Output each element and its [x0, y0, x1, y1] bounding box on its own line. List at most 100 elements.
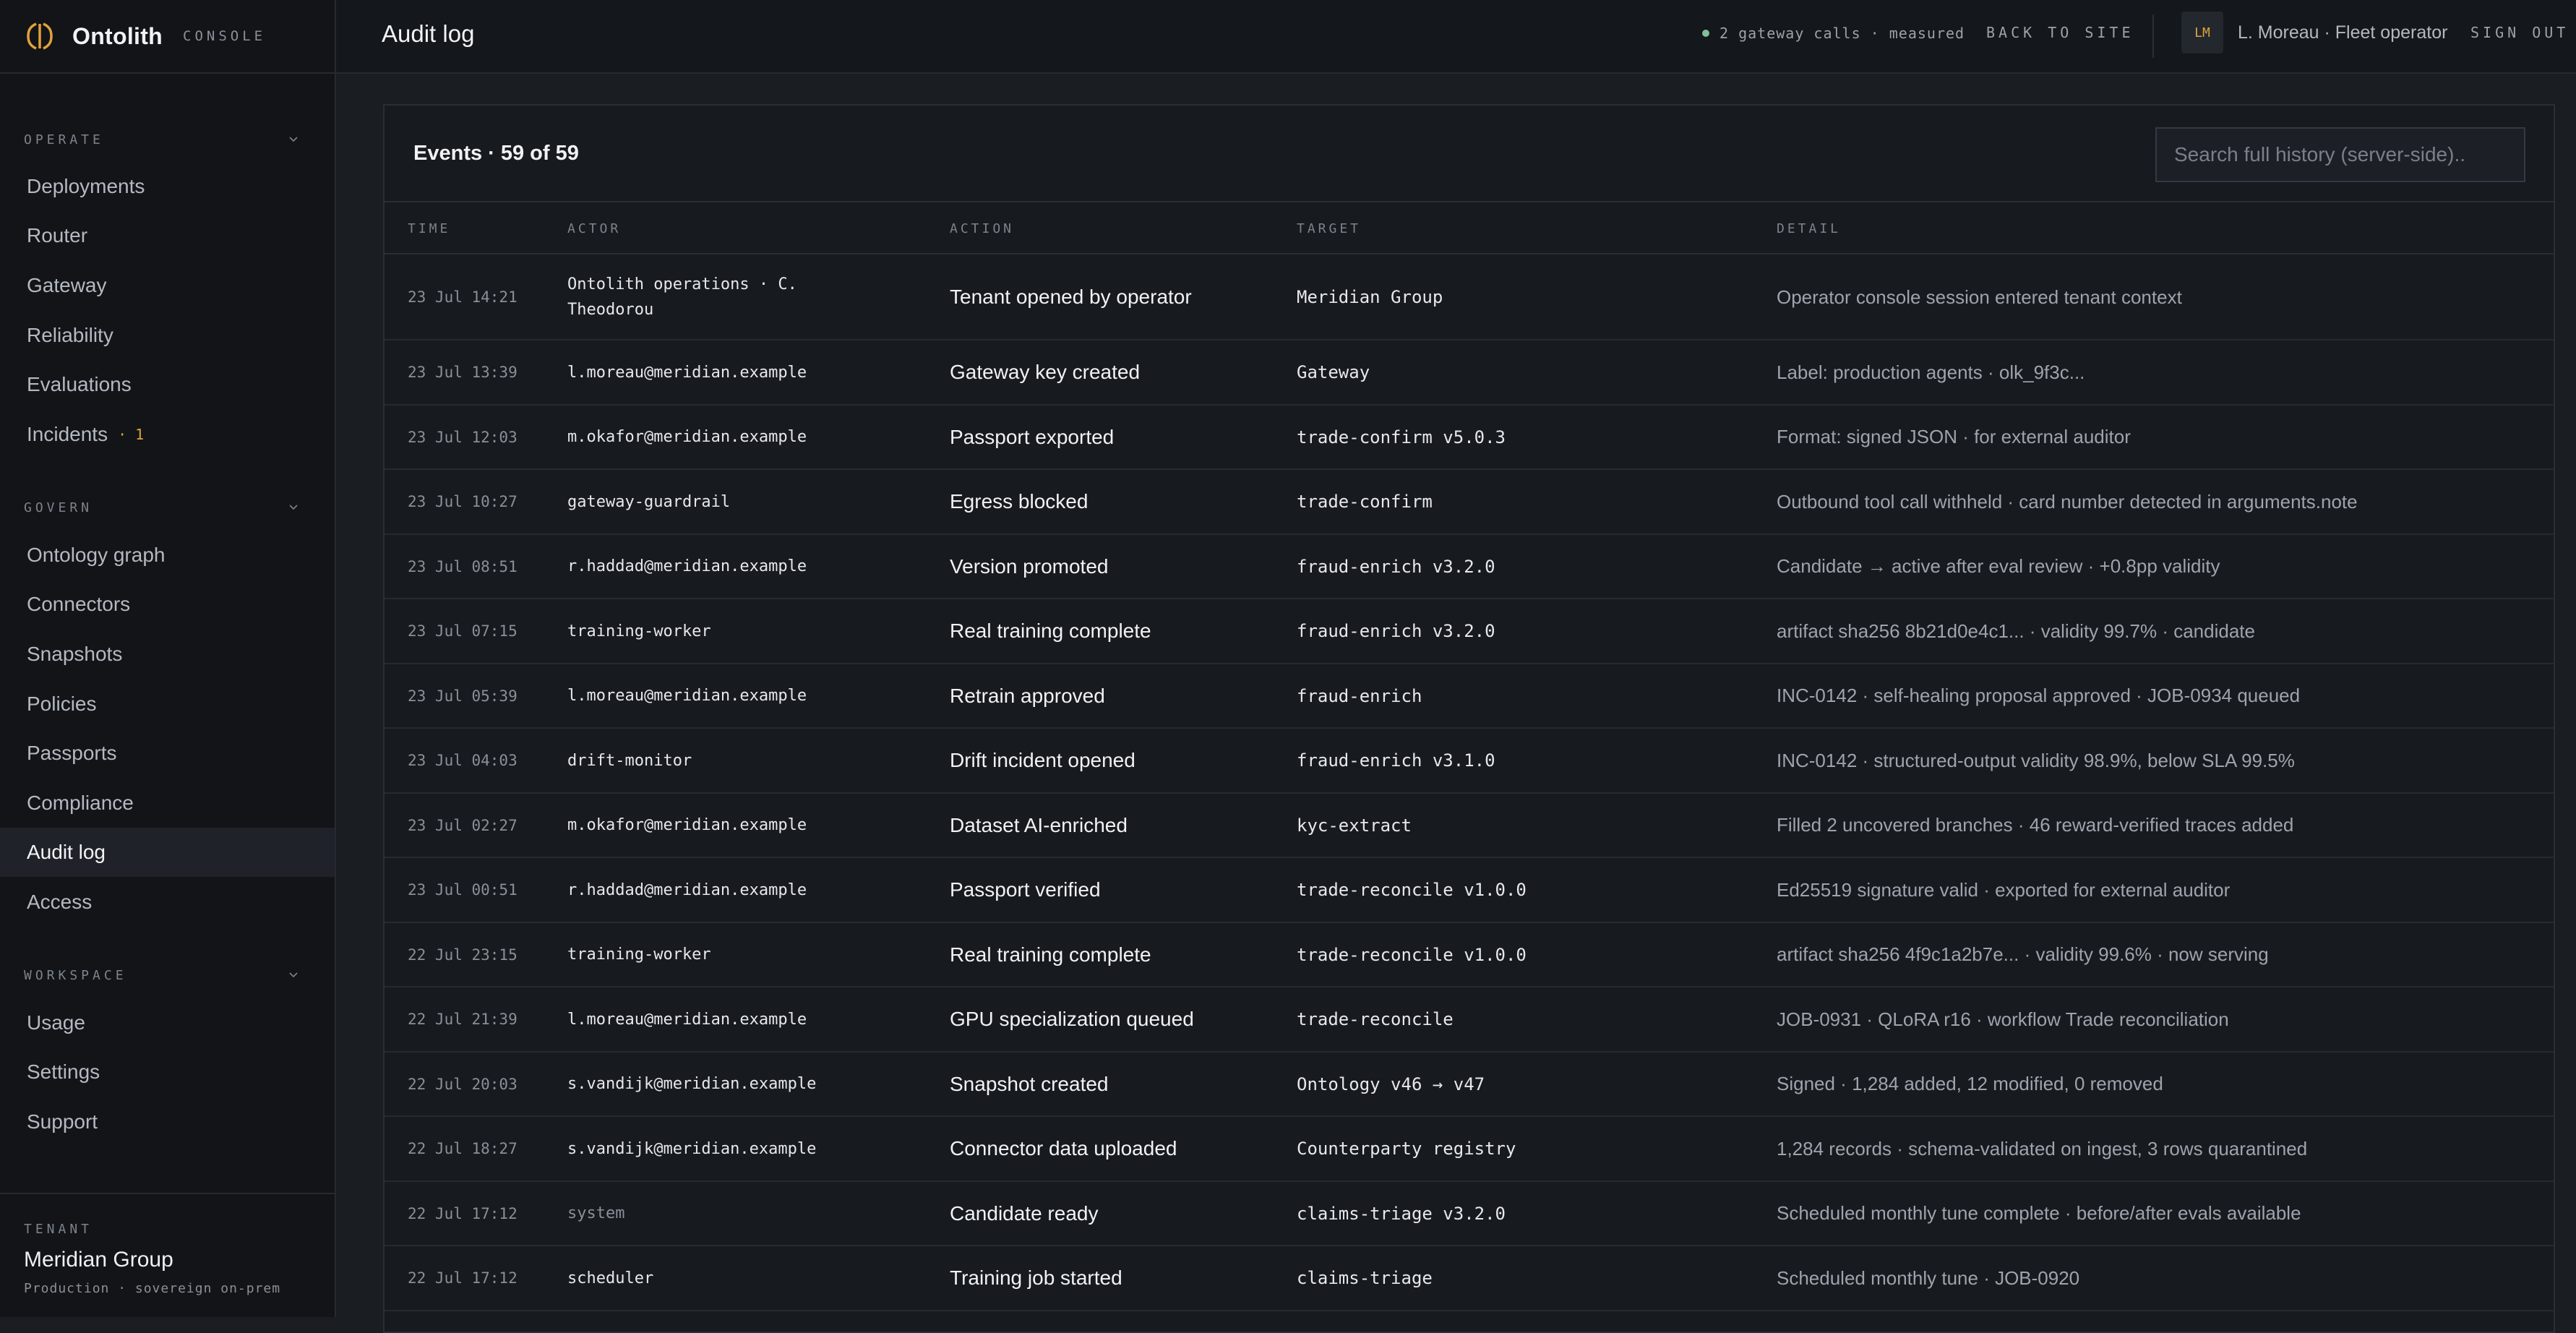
row-target: kyc-extract	[1297, 815, 1412, 836]
row-action: Passport exported	[950, 425, 1115, 448]
sidebar-item-label: Support	[27, 1110, 98, 1133]
sidebar-item-usage[interactable]: Usage	[0, 998, 335, 1047]
row-time: 22 Jul 20:03	[408, 1075, 518, 1093]
back-to-site-link[interactable]: BACK TO SITE	[1986, 24, 2134, 41]
sidebar-item-support[interactable]: Support	[0, 1097, 335, 1146]
sidebar-item-router[interactable]: Router	[0, 211, 335, 260]
row-target: trade-reconcile v1.0.0	[1297, 880, 1527, 900]
row-time: 23 Jul 05:39	[408, 687, 518, 705]
table-row[interactable]: 22 Jul 17:12 scheduler Training job star…	[385, 1246, 2554, 1311]
table-row[interactable]: 23 Jul 14:21 Ontolith operations · C. Th…	[385, 255, 2554, 340]
row-target: fraud-enrich v3.1.0	[1297, 750, 1495, 771]
table-row[interactable]: 23 Jul 08:51 r.haddad@meridian.example V…	[385, 535, 2554, 599]
row-time: 23 Jul 12:03	[408, 428, 518, 446]
sidebar-item-label: Reliability	[27, 324, 113, 346]
row-action: Connector data uploaded	[950, 1137, 1177, 1160]
table-row[interactable]: 22 Jul 21:39 l.moreau@meridian.example G…	[385, 987, 2554, 1053]
sidebar-item-label: Compliance	[27, 792, 134, 814]
row-actor: r.haddad@meridian.example	[567, 880, 807, 899]
row-time: 23 Jul 02:27	[408, 816, 518, 834]
tenant-label: TENANT	[24, 1222, 93, 1237]
page-title: Audit log	[382, 20, 475, 47]
row-target: trade-confirm	[1297, 492, 1433, 512]
row-actor: Ontolith operations · C. Theodorou	[567, 275, 797, 319]
tenant-name: Meridian Group	[24, 1248, 173, 1272]
nav-group-workspace-header[interactable]: WORKSPACE	[24, 964, 299, 986]
sidebar-item-snapshots[interactable]: Snapshots	[0, 630, 335, 679]
row-detail: Scheduled monthly tune complete · before…	[1777, 1202, 2301, 1224]
column-header-time[interactable]: TIME	[408, 221, 450, 236]
sidebar-item-passports[interactable]: Passports	[0, 729, 335, 778]
table-row[interactable]: 22 Jul 17:12 system Candidate ready clai…	[385, 1182, 2554, 1246]
nav-group-govern-header[interactable]: GOVERN	[24, 497, 299, 518]
row-detail: Ed25519 signature valid · exported for e…	[1777, 878, 2231, 901]
sidebar-item-incidents[interactable]: Incidents · 1	[0, 410, 335, 459]
sidebar-item-policies[interactable]: Policies	[0, 680, 335, 729]
row-action: Gateway key created	[950, 361, 1141, 383]
row-actor: drift-monitor	[567, 751, 692, 770]
table-row[interactable]: 23 Jul 04:03 drift-monitor Drift inciden…	[385, 729, 2554, 794]
sidebar-item-access[interactable]: Access	[0, 878, 335, 927]
brand[interactable]: Ontolith CONSOLE	[0, 0, 335, 74]
row-actor: gateway-guardrail	[567, 492, 731, 511]
table-body: 23 Jul 14:21 Ontolith operations · C. Th…	[385, 255, 2554, 1311]
chevron-down-icon	[288, 134, 299, 145]
table-header: TIME ACTOR ACTION TARGET DETAIL	[385, 204, 2554, 254]
sidebar-item-label: Settings	[27, 1060, 100, 1083]
sidebar-item-deployments[interactable]: Deployments	[0, 162, 335, 211]
table-row[interactable]: 23 Jul 07:15 training-worker Real traini…	[385, 599, 2554, 664]
row-target: claims-triage v3.2.0	[1297, 1203, 1506, 1224]
row-target: Meridian Group	[1297, 287, 1443, 307]
sidebar: Ontolith CONSOLE OPERATE Deployments Rou…	[0, 0, 336, 1317]
table-row[interactable]: 23 Jul 12:03 m.okafor@meridian.example P…	[385, 406, 2554, 470]
user-name: L. Moreau · Fleet operator	[2238, 22, 2448, 43]
sidebar-item-audit-log[interactable]: Audit log	[0, 828, 335, 877]
avatar[interactable]: LM	[2181, 12, 2223, 53]
row-action: Dataset AI-enriched	[950, 813, 1128, 836]
table-row[interactable]: 23 Jul 02:27 m.okafor@meridian.example D…	[385, 794, 2554, 858]
tenant-switcher[interactable]: TENANT Meridian Group Production · sover…	[0, 1193, 335, 1317]
sidebar-item-compliance[interactable]: Compliance	[0, 779, 335, 828]
table-row[interactable]: 23 Jul 10:27 gateway-guardrail Egress bl…	[385, 470, 2554, 535]
row-action: Retrain approved	[950, 684, 1105, 707]
row-time: 22 Jul 17:12	[408, 1269, 518, 1287]
sidebar-item-label: Access	[27, 891, 93, 913]
row-detail: Scheduled monthly tune · JOB-0920	[1777, 1266, 2080, 1289]
row-target: trade-reconcile	[1297, 1009, 1454, 1029]
nav-group-operate-header[interactable]: OPERATE	[24, 129, 299, 150]
table-row[interactable]: 22 Jul 18:27 s.vandijk@meridian.example …	[385, 1117, 2554, 1182]
row-actor: l.moreau@meridian.example	[567, 363, 807, 382]
chevron-down-icon	[288, 970, 299, 980]
sidebar-item-gateway[interactable]: Gateway	[0, 261, 335, 310]
column-header-actor[interactable]: ACTOR	[567, 221, 621, 236]
table-row[interactable]: 23 Jul 13:39 l.moreau@meridian.example G…	[385, 340, 2554, 406]
sign-out-button[interactable]: SIGN OUT	[2470, 24, 2569, 41]
table-row[interactable]: 22 Jul 20:03 s.vandijk@meridian.example …	[385, 1053, 2554, 1117]
table-row[interactable]: 23 Jul 05:39 l.moreau@meridian.example R…	[385, 664, 2554, 729]
sidebar-item-evaluations[interactable]: Evaluations	[0, 360, 335, 409]
row-time: 23 Jul 10:27	[408, 493, 518, 510]
row-actor: training-worker	[567, 946, 711, 964]
nav-group-label: GOVERN	[24, 500, 93, 515]
column-header-action[interactable]: ACTION	[950, 221, 1014, 236]
column-header-target[interactable]: TARGET	[1297, 221, 1361, 236]
row-action: Candidate ready	[950, 1201, 1099, 1225]
row-action: Snapshot created	[950, 1072, 1109, 1095]
row-action: Real training complete	[950, 943, 1151, 966]
row-actor: m.okafor@meridian.example	[567, 816, 807, 834]
row-actor: system	[567, 1204, 625, 1222]
app-root: Ontolith CONSOLE OPERATE Deployments Rou…	[0, 0, 2576, 1333]
ontolith-logo-icon	[25, 21, 55, 51]
sidebar-item-label: Snapshots	[27, 643, 123, 665]
table-row[interactable]: 23 Jul 00:51 r.haddad@meridian.example P…	[385, 858, 2554, 923]
search-input[interactable]	[2155, 127, 2525, 182]
sidebar-item-reliability[interactable]: Reliability	[0, 311, 335, 360]
row-actor: s.vandijk@meridian.example	[567, 1139, 817, 1158]
sidebar-item-connectors[interactable]: Connectors	[0, 580, 335, 629]
sidebar-item-settings[interactable]: Settings	[0, 1047, 335, 1097]
sidebar-item-ontology-graph[interactable]: Ontology graph	[0, 531, 335, 580]
row-target: fraud-enrich v3.2.0	[1297, 556, 1495, 577]
column-header-detail[interactable]: DETAIL	[1777, 221, 1841, 236]
row-time: 23 Jul 04:03	[408, 752, 518, 769]
table-row[interactable]: 22 Jul 23:15 training-worker Real traini…	[385, 923, 2554, 987]
